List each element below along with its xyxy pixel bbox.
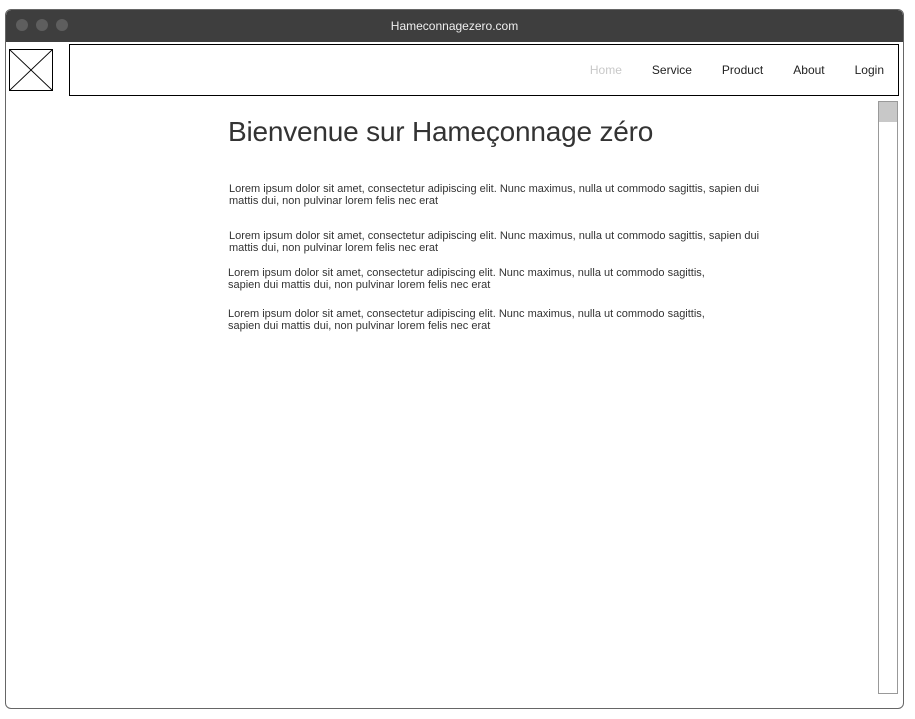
paragraph-line: sapien dui mattis dui, non pulvinar lore… xyxy=(228,320,491,332)
navigation-bar: Home Service Product About Login xyxy=(69,44,899,96)
browser-window: Hameconnagezero.com Home Service Product… xyxy=(5,9,904,709)
nav-item-service[interactable]: Service xyxy=(652,63,692,77)
paragraph-line: Lorem ipsum dolor sit amet, consectetur … xyxy=(228,267,705,279)
nav-item-about[interactable]: About xyxy=(793,63,824,77)
paragraph-line: Lorem ipsum dolor sit amet, consectetur … xyxy=(229,183,760,195)
paragraph-line: mattis dui, non pulvinar lorem felis nec… xyxy=(229,242,439,254)
paragraph-line: mattis dui, non pulvinar lorem felis nec… xyxy=(229,195,439,207)
nav-item-product[interactable]: Product xyxy=(722,63,763,77)
title-bar: Hameconnagezero.com xyxy=(6,10,903,42)
paragraph-1: Lorem ipsum dolor sit amet, consectetur … xyxy=(229,183,759,207)
logo-image-placeholder-icon[interactable] xyxy=(9,49,53,91)
nav-item-login[interactable]: Login xyxy=(855,63,884,77)
paragraph-3: Lorem ipsum dolor sit amet, consectetur … xyxy=(228,267,705,291)
paragraph-2: Lorem ipsum dolor sit amet, consectetur … xyxy=(229,230,759,254)
window-title: Hameconnagezero.com xyxy=(390,19,519,33)
paragraph-4: Lorem ipsum dolor sit amet, consectetur … xyxy=(228,308,705,332)
page-title: Bienvenue sur Hameçonnage zéro xyxy=(228,116,654,147)
scrollbar-thumb[interactable] xyxy=(879,102,897,122)
nav-menu: Home Service Product About Login xyxy=(590,45,884,95)
main-content: Bienvenue sur Hameçonnage zéro xyxy=(228,115,788,149)
paragraph-line: Lorem ipsum dolor sit amet, consectetur … xyxy=(229,230,760,242)
paragraph-line: Lorem ipsum dolor sit amet, consectetur … xyxy=(228,308,705,320)
image-placeholder-icon xyxy=(10,50,52,90)
nav-item-home[interactable]: Home xyxy=(590,63,622,77)
paragraph-line: sapien dui mattis dui, non pulvinar lore… xyxy=(228,279,491,291)
vertical-scrollbar[interactable] xyxy=(878,101,898,694)
